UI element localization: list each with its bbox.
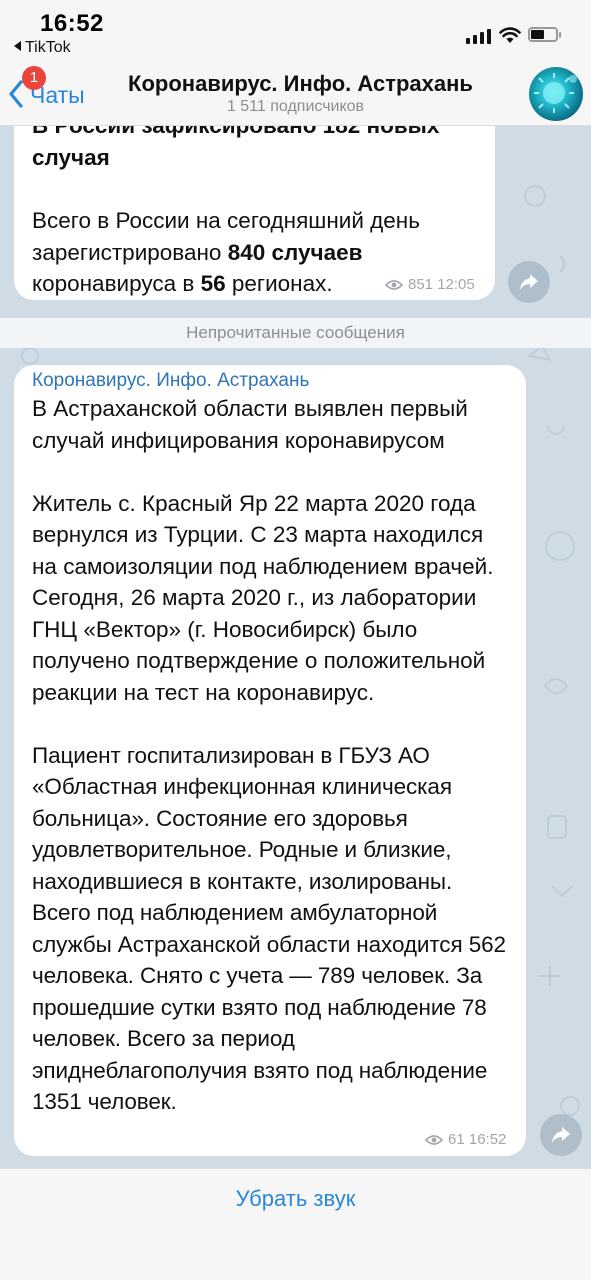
subscriber-count: 1 511 подписчиков — [226, 98, 365, 115]
back-to-app-link[interactable]: TikTok — [14, 39, 71, 57]
battery-icon — [528, 27, 561, 42]
chat-header: Чаты 1 Коронавирус. Инфо. Астрахань 1 51… — [0, 62, 591, 126]
message-paragraph: В Астраханской области выявлен первый сл… — [32, 396, 468, 453]
cellular-signal-icon — [466, 28, 492, 44]
views-eye-icon — [425, 1134, 443, 1145]
share-arrow-icon — [520, 274, 538, 290]
message-paragraph: Житель с. Красный Яр 22 марта 2020 года … — [32, 490, 494, 705]
message-time: 16:52 — [468, 1131, 507, 1148]
channel-title[interactable]: Коронавирус. Инфо. Астрахань — [0, 71, 591, 97]
share-arrow-icon — [552, 1127, 570, 1143]
wifi-icon — [499, 27, 521, 43]
channel-avatar[interactable] — [529, 67, 583, 121]
message-paragraph: Пациент госпитализирован в ГБУЗ АО «Обла… — [32, 742, 506, 1115]
mute-button[interactable]: Убрать звук — [0, 1186, 591, 1212]
message-meta: 61 16:52 — [425, 1131, 506, 1148]
view-count: 61 — [448, 1131, 465, 1148]
bottom-bar: Убрать звук — [0, 1168, 591, 1280]
forward-button[interactable] — [508, 261, 550, 303]
back-triangle-icon — [14, 41, 21, 51]
unread-divider: Непрочитанные сообщения — [0, 318, 591, 348]
status-bar: 16:52 TikTok — [0, 0, 591, 62]
virus-icon — [534, 73, 577, 113]
view-count: 851 — [408, 276, 434, 293]
back-app-label: TikTok — [25, 39, 71, 56]
views-eye-icon — [385, 279, 403, 290]
message-bubble: В России зафиксировано 182 новых случая … — [14, 100, 495, 300]
forward-button[interactable] — [540, 1114, 582, 1156]
message-bubble: Коронавирус. Инфо. Астрахань В Астраханс… — [14, 365, 526, 1156]
message-author[interactable]: Коронавирус. Инфо. Астрахань — [32, 369, 512, 393]
message-meta: 851 12:05 — [385, 276, 475, 293]
message-time: 12:05 — [437, 276, 475, 293]
status-time: 16:52 — [40, 10, 104, 37]
